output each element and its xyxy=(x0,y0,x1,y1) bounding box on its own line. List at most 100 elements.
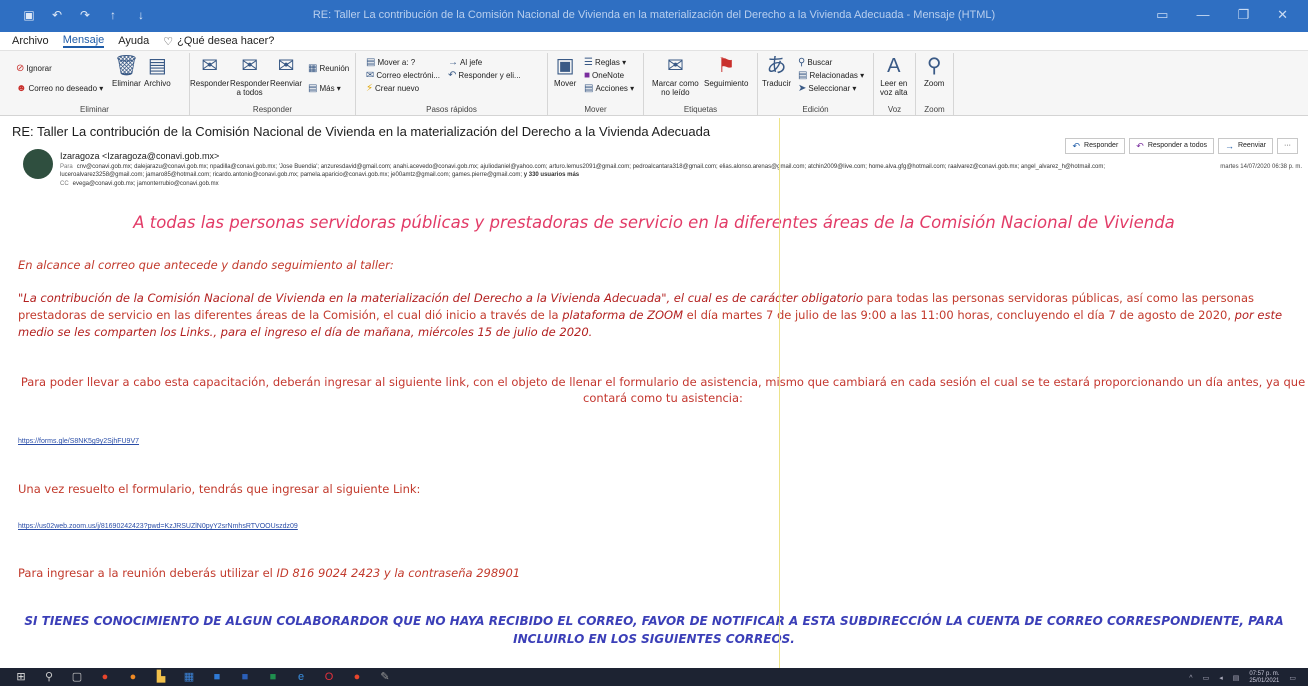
reply-all-icon: ↶ xyxy=(1136,141,1144,151)
onenote-button[interactable]: ■ OneNote xyxy=(584,70,624,81)
forward-action-button[interactable]: → Reenviar xyxy=(1217,138,1273,154)
task-view-icon[interactable]: ▢ xyxy=(70,670,84,684)
restore-icon[interactable]: ❐ xyxy=(1237,7,1249,23)
sender-avatar[interactable] xyxy=(23,149,53,179)
message-date: martes 14/07/2020 06:38 p. m. xyxy=(1220,164,1302,170)
menu-tabs: Archivo Mensaje Ayuda ♡ ¿Qué desea hacer… xyxy=(0,32,1308,50)
magnifier-icon: ⚲ xyxy=(926,55,942,77)
select-button[interactable]: ➤ Seleccionar ▾ xyxy=(798,83,856,94)
body-bottom-note: SI TIENES CONOCIMIENTO DE ALGUN COLABORA… xyxy=(24,614,1284,646)
calendar-icon[interactable]: ▦ xyxy=(182,670,196,684)
read-aloud-button[interactable]: A Leer en voz alta xyxy=(880,55,908,97)
clock[interactable]: 07:57 p. m. 25/01/2021 xyxy=(1249,671,1279,685)
meeting-credentials: ID 816 9024 2423 y la contraseña 298901 xyxy=(276,566,521,580)
archive-button[interactable]: ▤ Archivo xyxy=(144,55,171,88)
group-label: Etiquetas xyxy=(683,105,718,114)
p1-text-d: el día martes 7 de julio de las 9:00 a l… xyxy=(683,308,1235,322)
reply-button[interactable]: ✉ Responder xyxy=(190,55,229,88)
to-label: Para xyxy=(60,164,73,170)
zoom-button[interactable]: ⚲ Zoom xyxy=(924,55,944,88)
forward-icon: → xyxy=(1224,141,1234,151)
notifications-icon[interactable]: ▭ xyxy=(1289,674,1296,682)
search-icon[interactable]: ⚲ xyxy=(42,670,56,684)
close-icon[interactable]: ✕ xyxy=(1277,7,1288,23)
word-icon[interactable]: ■ xyxy=(238,670,252,684)
find-button[interactable]: ⚲ Buscar xyxy=(798,57,832,68)
delete-button[interactable]: 🗑 Eliminar xyxy=(112,55,141,88)
junk-button[interactable]: ☻ Correo no deseado ▾ xyxy=(16,83,103,94)
sender[interactable]: Izaragoza <Izaragoza@conavi.gob.mx> xyxy=(60,151,219,161)
quick-step-new[interactable]: ⚡ Crear nuevo xyxy=(366,83,419,94)
translate-button[interactable]: あ Traducir xyxy=(762,55,791,88)
ribbon: ⊘ Ignorar ☻ Correo no deseado ▾ 🗑 Eliminar … xyxy=(0,50,1308,116)
more-actions-button[interactable]: ··· xyxy=(1277,138,1298,154)
tab-ayuda[interactable]: Ayuda xyxy=(118,35,149,47)
to-list: cnv@conavi.gob.mx; dalejarazu@conavi.gob… xyxy=(60,164,1106,178)
cc-label: CC xyxy=(60,181,69,187)
form-link[interactable]: https://forms.gle/S8NK5g9y2SjhFU9V7 xyxy=(18,438,139,445)
zoom-link[interactable]: https://us02web.zoom.us/j/81690242423?pw… xyxy=(18,523,298,530)
more-recipients-link[interactable]: y 330 usuarios más xyxy=(524,172,579,178)
forward-button[interactable]: ✉ Reenviar xyxy=(270,55,302,88)
group-label: Edición xyxy=(802,105,829,114)
chrome-alt-icon[interactable]: ● xyxy=(350,670,364,684)
trash-icon: 🗑 xyxy=(113,55,140,77)
outlook-icon[interactable]: ■ xyxy=(210,670,224,684)
more-button[interactable]: ▤ Más ▾ xyxy=(308,83,341,94)
files-icon[interactable]: ▙ xyxy=(154,670,168,684)
taskbar-icons: ⊞ ⚲ ▢ ● ● ▙ ▦ ■ ■ ■ e O ● ✎ xyxy=(14,670,392,684)
rules-button[interactable]: ☰ Reglas ▾ xyxy=(584,57,626,68)
network-icon[interactable]: ▭ xyxy=(1203,674,1210,682)
quick-step-move[interactable]: ▤ Mover a: ? xyxy=(366,57,415,68)
junk-icon: ☻ xyxy=(16,83,27,94)
group-responder: ✉ Responder ✉ Responder a todos ✉ Reenviar ▦… xyxy=(190,53,356,115)
tell-me-text: ¿Qué desea hacer? xyxy=(177,34,275,47)
chrome-icon[interactable]: ● xyxy=(98,670,112,684)
tab-archivo[interactable]: Archivo xyxy=(12,35,49,47)
reply-all-action-button[interactable]: ↶ Responder a todos xyxy=(1129,138,1214,154)
workshop-name: "La contribución de la Comisión Nacional… xyxy=(18,291,864,305)
mark-unread-button[interactable]: ✉ Marcar como no leído xyxy=(652,55,699,97)
quick-step-email[interactable]: ✉ Correo electróni... xyxy=(366,70,440,81)
group-label: Mover xyxy=(584,105,607,114)
volume-icon[interactable]: ◂ xyxy=(1219,674,1223,682)
tray-chevron-icon[interactable]: ^ xyxy=(1189,675,1192,682)
tab-mensaje[interactable]: Mensaje xyxy=(62,34,105,48)
window-controls: ▭ — ❐ ✕ xyxy=(1156,7,1288,23)
group-pasos-rapidos: ▤ Mover a: ? → Al jefe ✉ Correo electróni..… xyxy=(356,53,548,115)
move-button[interactable]: ▣ Mover xyxy=(554,55,576,88)
reply-action-button[interactable]: ↶ Responder xyxy=(1065,138,1126,154)
keyboard-icon[interactable]: ▤ xyxy=(1233,674,1240,682)
tell-me-box[interactable]: ♡ ¿Qué desea hacer? xyxy=(163,35,274,48)
speaker-icon: A xyxy=(887,55,901,77)
envelope-icon: ✉ xyxy=(666,55,684,77)
calendar-icon: ▦ xyxy=(308,63,318,74)
excel-icon[interactable]: ■ xyxy=(266,670,280,684)
onenote-icon: ■ xyxy=(584,70,591,81)
cc-recipients: CC evega@conavi.gob.mx; jamonterrubio@con… xyxy=(60,181,219,187)
ribbon-options-icon[interactable]: ▭ xyxy=(1156,7,1168,23)
group-etiquetas: ✉ Marcar como no leído ⚑ Seguimiento Etique… xyxy=(644,53,758,115)
quick-step-boss[interactable]: → Al jefe xyxy=(448,57,482,68)
opera-icon[interactable]: O xyxy=(322,670,336,684)
meeting-button[interactable]: ▦ Reunión xyxy=(308,63,349,74)
zoom-platform-text: plataforma de ZOOM xyxy=(562,308,683,322)
start-icon[interactable]: ⊞ xyxy=(14,670,28,684)
group-label: Pasos rápidos xyxy=(426,105,477,114)
follow-up-button[interactable]: ⚑ Seguimiento xyxy=(704,55,748,88)
actions-icon: ▤ xyxy=(584,83,594,94)
ignore-button[interactable]: ⊘ Ignorar xyxy=(16,63,52,74)
related-button[interactable]: ▤ Relacionadas ▾ xyxy=(798,70,864,81)
more-icon: ▤ xyxy=(308,83,318,94)
search-icon: ⚲ xyxy=(798,57,806,68)
firefox-icon[interactable]: ● xyxy=(126,670,140,684)
edge-icon[interactable]: e xyxy=(294,670,308,684)
actions-button[interactable]: ▤ Acciones ▾ xyxy=(584,83,634,94)
reply-all-button[interactable]: ✉ Responder a todos xyxy=(230,55,269,97)
paint-icon[interactable]: ✎ xyxy=(378,670,392,684)
minimize-icon[interactable]: — xyxy=(1196,7,1209,23)
scan-artifact-line xyxy=(779,118,780,668)
group-voz: A Leer en voz alta Voz xyxy=(874,53,916,115)
quick-step-reply-delete[interactable]: ↶ Responder y eli... xyxy=(448,70,521,81)
rules-icon: ☰ xyxy=(584,57,593,68)
